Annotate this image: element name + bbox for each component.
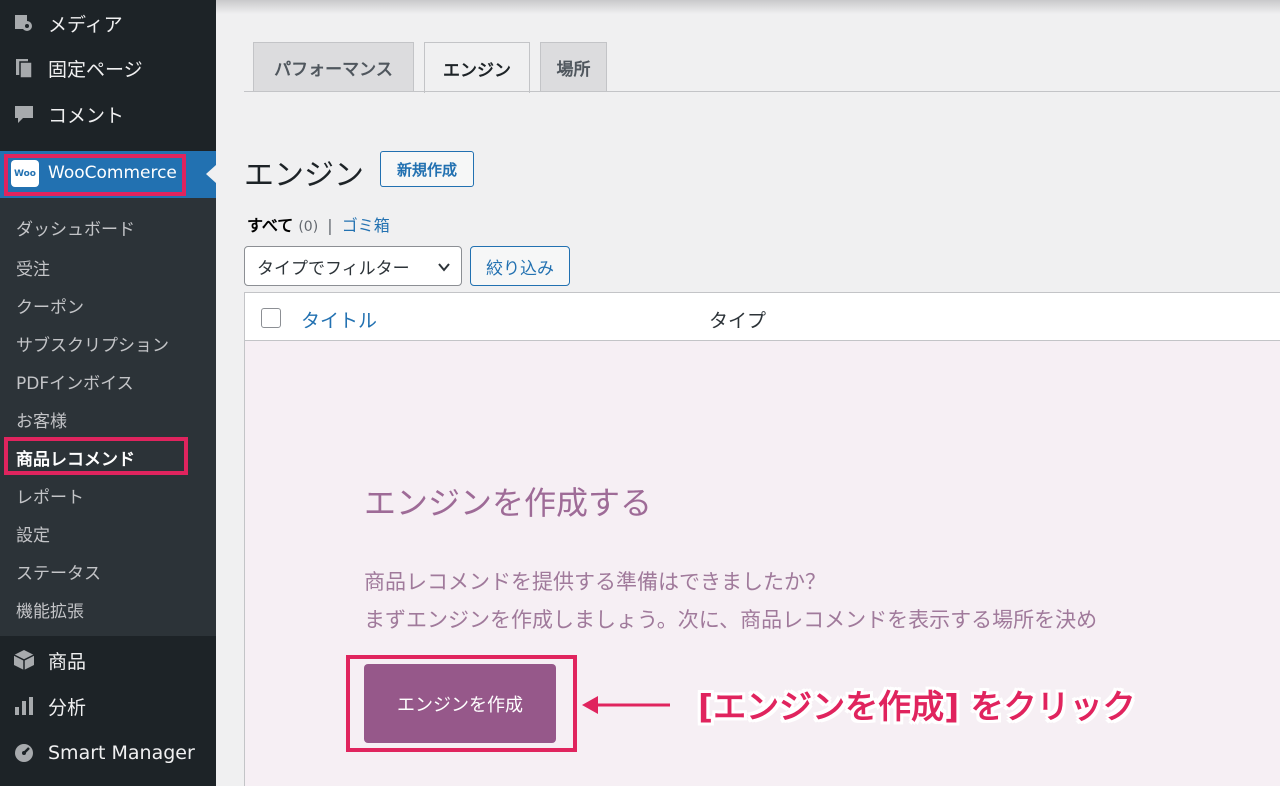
menu-item-label: 商品: [48, 650, 87, 673]
submenu-item-coupons[interactable]: クーポン: [16, 293, 84, 318]
column-title-header[interactable]: タイトル: [301, 306, 377, 333]
submenu-item-settings[interactable]: 設定: [16, 521, 50, 546]
empty-state-heading: エンジンを作成する: [364, 484, 653, 522]
tab-engines[interactable]: エンジン: [424, 42, 530, 93]
menu-item-label: 分析: [48, 696, 87, 719]
submenu-item-extensions[interactable]: 機能拡張: [16, 597, 84, 622]
admin-sidebar: メディア 固定ページ コメント Woo WooCommerce ダッシュボード …: [0, 0, 216, 786]
type-filter-value: タイプでフィルター: [257, 258, 410, 279]
select-all-checkbox[interactable]: [261, 308, 281, 328]
view-all-link[interactable]: すべて: [247, 216, 293, 235]
products-icon: [12, 648, 36, 672]
menu-item-media[interactable]: メディア: [0, 0, 216, 46]
menu-item-label: メディア: [48, 13, 123, 36]
top-shadow: [216, 0, 1280, 14]
submenu-item-customers[interactable]: お客様: [16, 407, 67, 432]
menu-item-smart-manager[interactable]: Smart Manager: [0, 730, 216, 776]
view-trash-link[interactable]: ゴミ箱: [342, 216, 390, 235]
column-type-header: タイプ: [709, 310, 767, 332]
woocommerce-highlight-box: [4, 154, 186, 196]
menu-item-comments[interactable]: コメント: [0, 91, 216, 137]
submenu-item-subscriptions[interactable]: サブスクリプション: [16, 331, 169, 356]
view-all-count: (0): [298, 219, 319, 235]
empty-state-text-line2: まずエンジンを作成しましょう。次に、商品レコメンドを表示する場所を決め: [364, 608, 1098, 632]
type-filter-select[interactable]: タイプでフィルター: [244, 246, 462, 286]
smart-manager-icon: [12, 741, 36, 765]
page-title: エンジン: [244, 158, 364, 193]
submenu-item-pdf-invoices[interactable]: PDFインボイス: [16, 369, 134, 394]
chevron-down-icon: [437, 259, 451, 279]
tab-performance[interactable]: パフォーマンス: [253, 42, 414, 92]
menu-item-analytics[interactable]: 分析: [0, 683, 216, 729]
menu-item-label: コメント: [48, 104, 125, 127]
comments-icon: [12, 102, 36, 126]
annotation-label: [エンジンを作成] をクリック: [698, 687, 1136, 726]
tab-locations[interactable]: 場所: [540, 42, 607, 92]
menu-item-pages[interactable]: 固定ページ: [0, 45, 216, 91]
pages-icon: [12, 56, 36, 80]
table-header: タイトル タイプ: [244, 292, 1280, 341]
filter-button[interactable]: 絞り込み: [470, 246, 570, 286]
analytics-icon: [12, 694, 36, 718]
status-views: すべて (0) | ゴミ箱: [247, 212, 390, 236]
arrow-left-icon: [582, 696, 670, 714]
empty-state-text-line1: 商品レコメンドを提供する準備はできましたか？: [364, 570, 826, 594]
submenu-item-status[interactable]: ステータス: [16, 559, 101, 584]
recommendations-highlight-box: [4, 437, 188, 475]
add-new-button[interactable]: 新規作成: [380, 151, 474, 187]
submenu-item-reports[interactable]: レポート: [16, 483, 84, 508]
menu-item-label: 固定ページ: [48, 58, 143, 81]
menu-item-products[interactable]: 商品: [0, 637, 216, 683]
submenu-item-dashboard[interactable]: ダッシュボード: [16, 215, 135, 240]
view-separator: |: [327, 216, 333, 235]
create-button-highlight-box: [346, 655, 577, 752]
submenu-item-orders[interactable]: 受注: [16, 255, 50, 280]
menu-item-label: Smart Manager: [48, 742, 195, 764]
tab-divider: [244, 91, 1280, 92]
media-icon: [12, 11, 36, 35]
